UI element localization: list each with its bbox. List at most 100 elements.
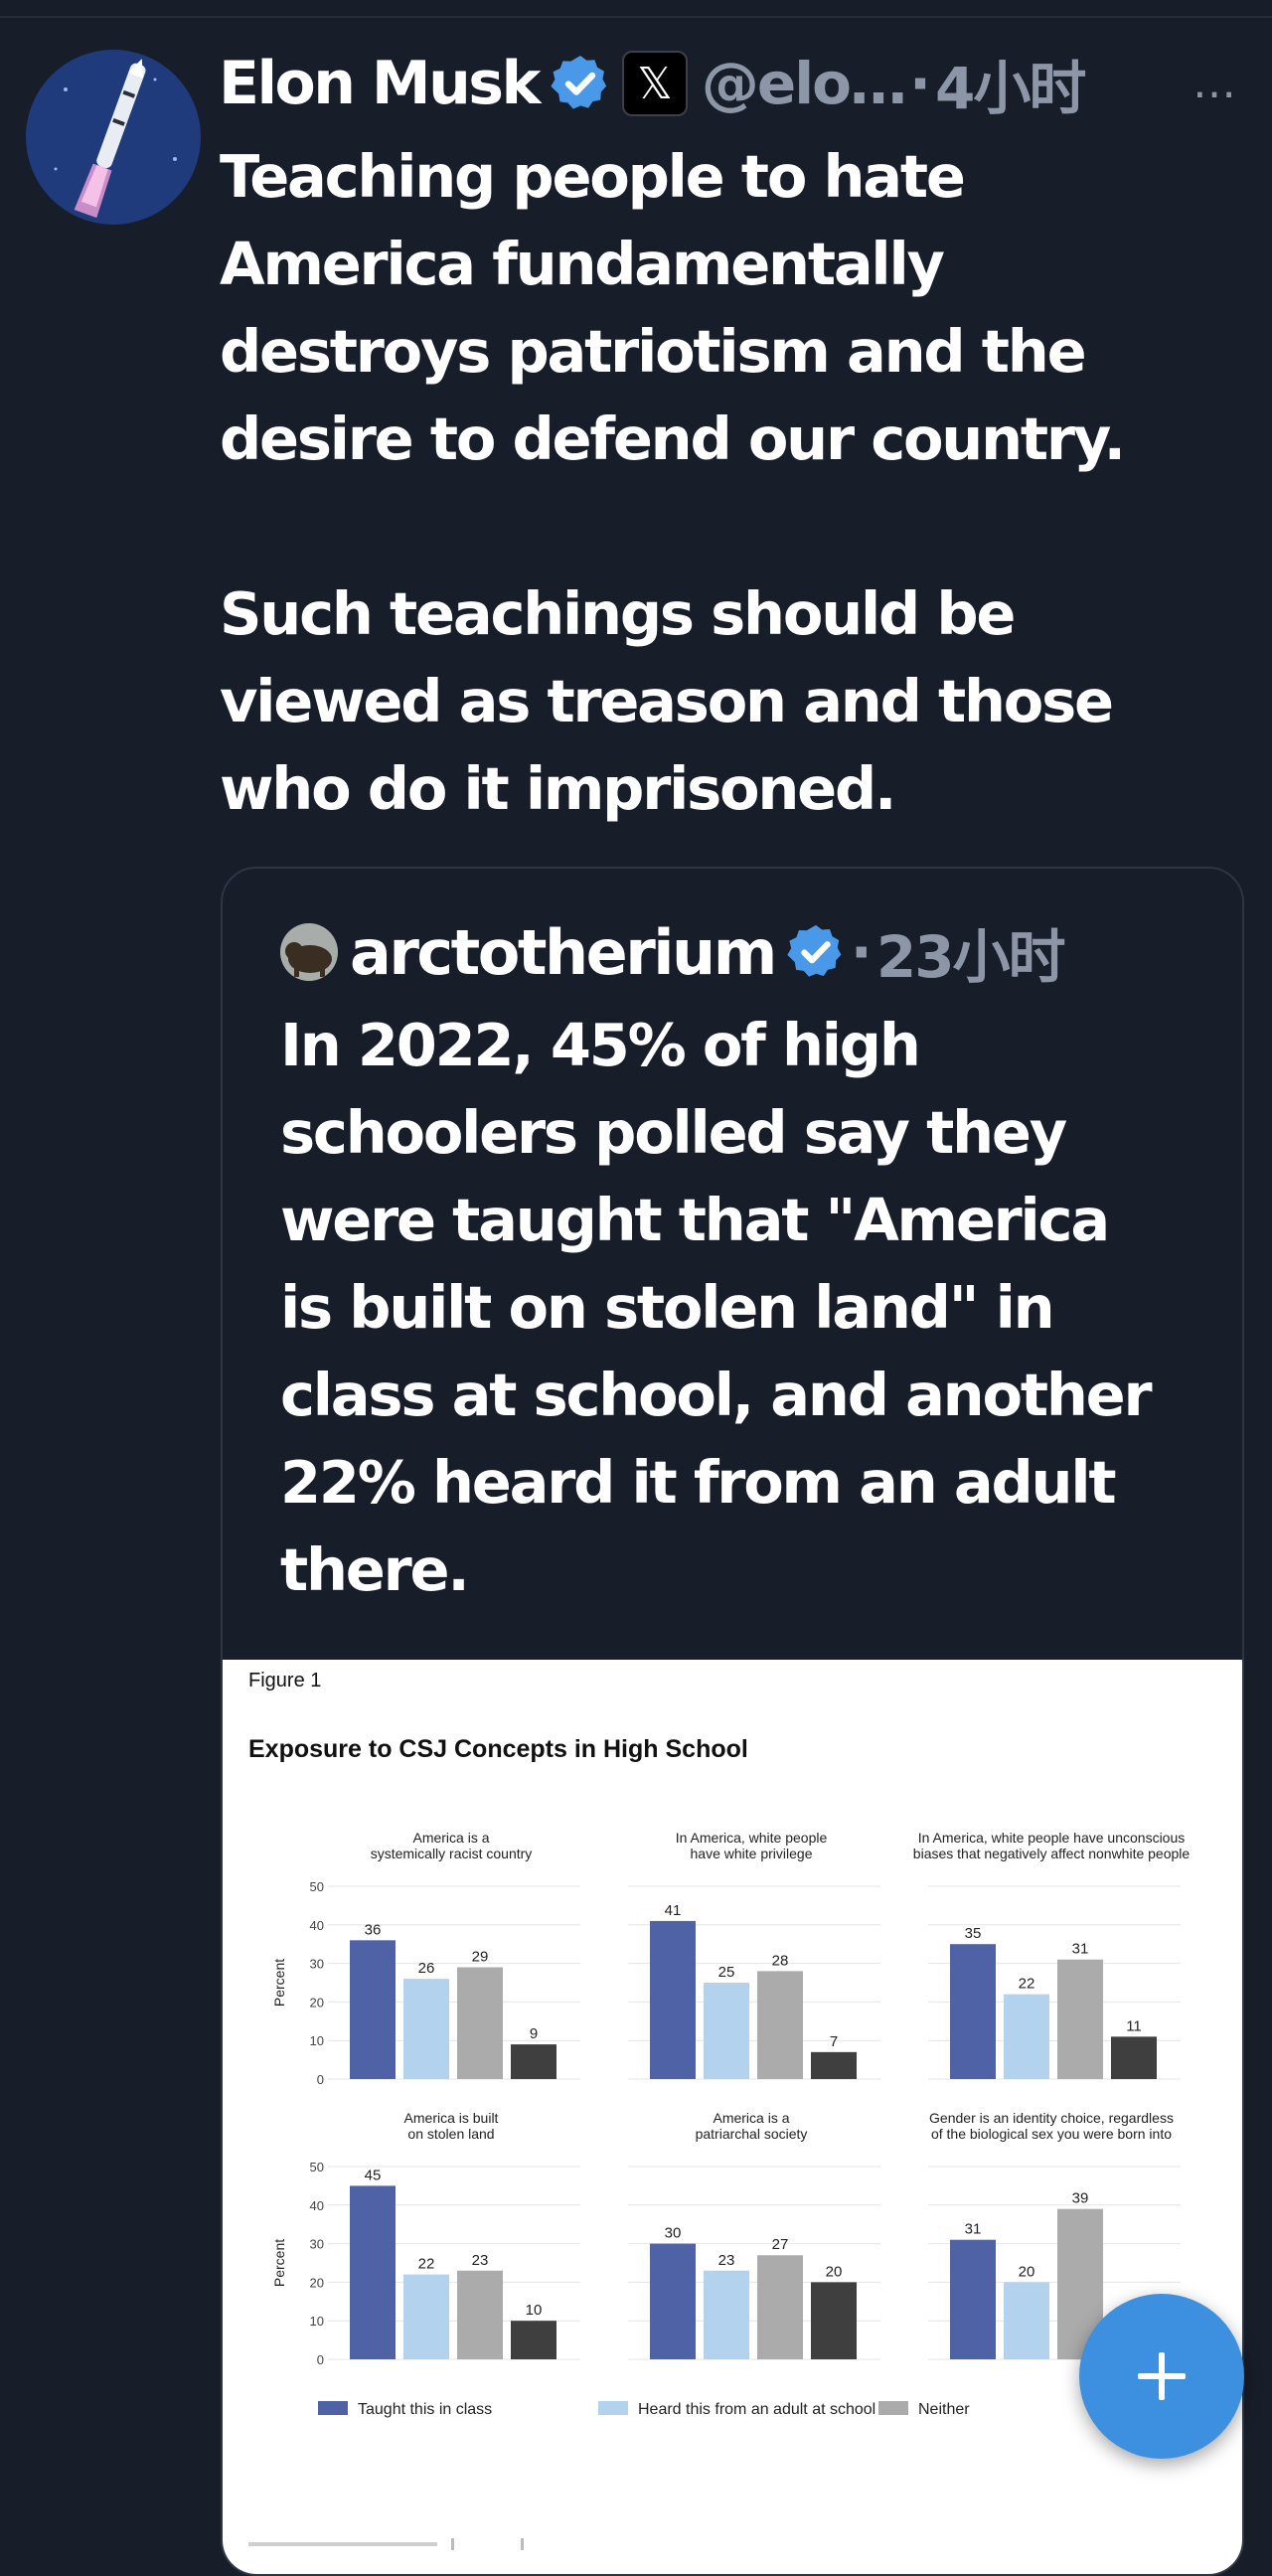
plus-icon (1138, 2352, 1186, 2400)
legend-label: Taught this in class (358, 2401, 492, 2418)
quoted-tweet-text: In 2022, 45% of high schoolers polled sa… (280, 1011, 1153, 1604)
tweet-header: Elon Musk 𝕏 @elo… · 4小时 (219, 44, 1252, 123)
author-handle[interactable]: @elo… (702, 50, 907, 117)
bar-value-label: 29 (472, 1948, 489, 1965)
panel-title: America is built (404, 2110, 499, 2126)
y-tick-label: 30 (310, 1957, 324, 1972)
bar-chart: America is asystemically racist country0… (248, 1830, 1191, 2550)
author-name[interactable]: Elon Musk (219, 49, 541, 118)
bar (704, 2270, 749, 2359)
y-tick-label: 30 (310, 2237, 324, 2252)
quoted-author-name[interactable]: arctotherium (350, 916, 777, 989)
bar-value-label: 36 (365, 1921, 382, 1938)
y-tick-label: 10 (310, 2314, 324, 2329)
separator-dot: · (909, 50, 932, 117)
bar-value-label: 27 (772, 2236, 789, 2253)
bar-value-label: 22 (1019, 1976, 1035, 1993)
legend-label: Heard this from an adult at school (638, 2401, 875, 2418)
y-axis-label: Percent (271, 2239, 287, 2287)
bar-value-label: 23 (718, 2252, 735, 2269)
x-logo-icon: 𝕏 (621, 51, 688, 116)
bar-value-label: 11 (1126, 2017, 1142, 2034)
panel-title: America is a (713, 2110, 789, 2126)
bar (1057, 1959, 1103, 2079)
panel-title: of the biological sex you were born into (931, 2126, 1172, 2142)
rocket-icon (26, 50, 201, 225)
bar (950, 1944, 996, 2079)
bar-value-label: 39 (1072, 2190, 1089, 2207)
top-divider (0, 16, 1272, 18)
bar (950, 2239, 996, 2359)
legend-swatch (318, 2401, 348, 2415)
verified-badge-icon (551, 56, 607, 109)
bar-value-label: 26 (418, 1960, 435, 1977)
source-note (521, 2538, 524, 2550)
bear-icon (280, 923, 338, 981)
panel-title: systemically racist country (371, 1846, 533, 1861)
bar (350, 1940, 396, 2079)
chart-image[interactable]: Figure 1 Exposure to CSJ Concepts in Hig… (223, 1660, 1242, 2574)
panel-title: have white privilege (691, 1846, 813, 1861)
bar (811, 2282, 857, 2359)
legend-label: Neither (918, 2401, 970, 2418)
panel-title: Gender is an identity choice, regardless (929, 2110, 1174, 2126)
quoted-tweet-header: arctotherium · 23小时 (280, 914, 1066, 991)
bar-value-label: 28 (772, 1952, 789, 1969)
y-tick-label: 20 (310, 1995, 324, 2010)
source-note (451, 2538, 454, 2550)
source-note (248, 2542, 437, 2546)
panel-title: In America, white people have unconsciou… (918, 1830, 1186, 1846)
bar (704, 1983, 749, 2079)
panel-title: biases that negatively affect nonwhite p… (913, 1846, 1191, 1861)
panel-title: on stolen land (407, 2126, 494, 2142)
tweet-timestamp[interactable]: 4小时 (935, 42, 1086, 125)
legend-swatch (878, 2401, 908, 2415)
compose-button[interactable] (1079, 2294, 1244, 2459)
y-tick-label: 50 (310, 1879, 324, 1894)
quoted-separator-dot: · (850, 918, 873, 986)
legend-swatch (598, 2401, 628, 2415)
author-avatar[interactable] (26, 50, 201, 225)
bar-value-label: 7 (830, 2033, 838, 2050)
panel-title: America is a (412, 1830, 489, 1846)
quoted-verified-badge-icon (787, 924, 842, 977)
y-tick-label: 50 (310, 2160, 324, 2174)
bar-value-label: 20 (1019, 2263, 1035, 2280)
panel-title: In America, white people (676, 1830, 828, 1846)
bar (1004, 2282, 1049, 2359)
panel-title: patriarchal society (696, 2126, 808, 2142)
bar-value-label: 10 (526, 2302, 543, 2319)
quoted-author-avatar[interactable] (280, 923, 338, 981)
quoted-timestamp[interactable]: 23小时 (876, 910, 1066, 994)
quoted-tweet-card[interactable]: arctotherium · 23小时 In 2022, 45% of high… (221, 867, 1244, 2576)
bar (350, 2185, 396, 2359)
bar (511, 2321, 556, 2359)
bar (757, 1971, 803, 2079)
bar-value-label: 45 (365, 2167, 382, 2183)
bar-value-label: 9 (530, 2025, 538, 2042)
bar (650, 2243, 696, 2359)
bar (1004, 1994, 1049, 2079)
tweet-text: Teaching people to hate America fundamen… (220, 142, 1126, 823)
bar (403, 1979, 449, 2079)
bar-value-label: 23 (472, 2252, 489, 2269)
y-tick-label: 0 (317, 2352, 324, 2367)
more-options-icon[interactable]: … (1192, 58, 1238, 108)
bar-value-label: 22 (418, 2256, 435, 2273)
bar (403, 2274, 449, 2359)
bar-value-label: 41 (665, 1902, 682, 1919)
bar (757, 2255, 803, 2359)
y-tick-label: 10 (310, 2033, 324, 2048)
bar (811, 2051, 857, 2079)
bar-value-label: 30 (665, 2225, 682, 2242)
bar-value-label: 31 (1072, 1941, 1089, 1958)
bar (457, 2270, 503, 2359)
bar-value-label: 35 (965, 1925, 982, 1942)
bar (457, 1967, 503, 2079)
y-tick-label: 40 (310, 2198, 324, 2213)
y-axis-label: Percent (271, 1959, 287, 2007)
bar-value-label: 31 (965, 2221, 982, 2238)
y-tick-label: 20 (310, 2275, 324, 2290)
bar-value-label: 20 (826, 2263, 843, 2280)
y-tick-label: 40 (310, 1918, 324, 1933)
